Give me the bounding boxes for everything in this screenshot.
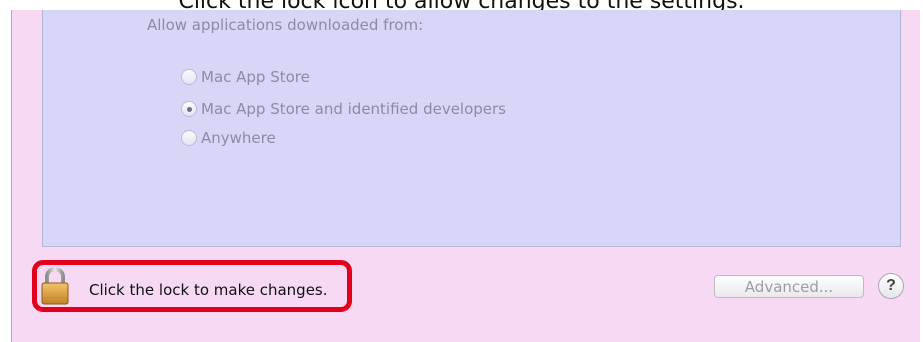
lock-icon[interactable] [41, 267, 69, 305]
gatekeeper-panel: Allow applications downloaded from: Mac … [42, 10, 901, 247]
radio-button[interactable] [181, 69, 197, 85]
radio-anywhere[interactable]: Anywhere [181, 129, 276, 147]
radio-mac-app-store[interactable]: Mac App Store [181, 68, 310, 86]
radio-identified-developers[interactable]: Mac App Store and identified developers [181, 100, 506, 118]
radio-label: Mac App Store [201, 68, 310, 86]
radio-label: Anywhere [201, 129, 276, 147]
lock-bar: Click the lock to make changes. Advanced… [12, 250, 920, 342]
radio-label: Mac App Store and identified developers [201, 100, 506, 118]
allow-apps-heading: Allow applications downloaded from: [147, 16, 424, 34]
security-preferences-window: Allow applications downloaded from: Mac … [11, 10, 920, 342]
lock-label: Click the lock to make changes. [89, 281, 328, 299]
radio-button-selected[interactable] [181, 101, 197, 117]
help-button[interactable]: ? [878, 273, 904, 299]
advanced-button[interactable]: Advanced... [714, 275, 864, 298]
radio-button[interactable] [181, 130, 197, 146]
